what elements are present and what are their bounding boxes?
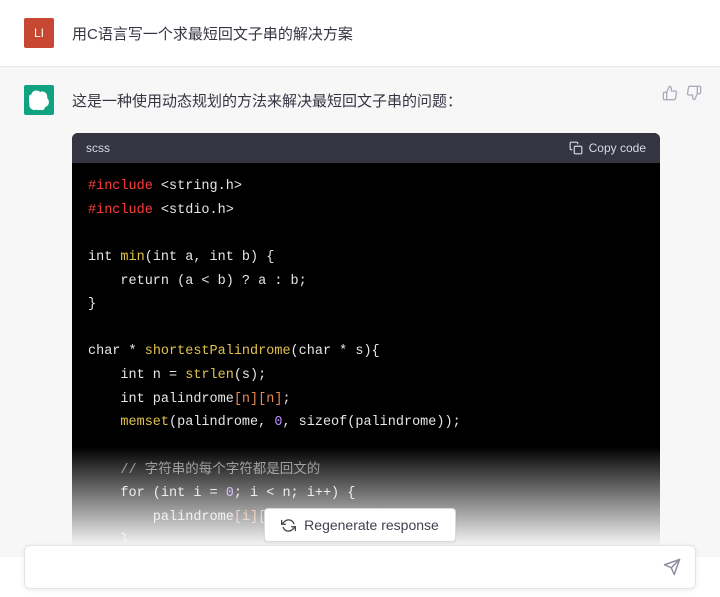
message-input-bar — [24, 545, 696, 589]
feedback-buttons — [662, 85, 702, 101]
assistant-avatar — [24, 85, 54, 115]
send-icon — [663, 558, 681, 576]
assistant-message-body: 这是一种使用动态规划的方法来解决最短回文子串的问题： scss Copy cod… — [72, 85, 700, 553]
assistant-message-row: 这是一种使用动态规划的方法来解决最短回文子串的问题： scss Copy cod… — [0, 67, 720, 553]
code-block: scss Copy code #include <string.h> #incl… — [72, 133, 660, 553]
user-message-row: LI 用C语言写一个求最短回文子串的解决方案 — [0, 0, 720, 67]
refresh-icon — [281, 518, 296, 533]
thumbs-down-icon[interactable] — [686, 85, 702, 101]
message-input[interactable] — [39, 559, 663, 575]
user-message-text: 用C语言写一个求最短回文子串的解决方案 — [72, 18, 692, 48]
regenerate-button[interactable]: Regenerate response — [264, 508, 456, 542]
regenerate-label: Regenerate response — [304, 517, 439, 533]
code-content: #include <string.h> #include <stdio.h> i… — [72, 163, 660, 553]
copy-code-label: Copy code — [589, 141, 646, 155]
user-avatar: LI — [24, 18, 54, 48]
copy-code-button[interactable]: Copy code — [569, 141, 646, 155]
thumbs-up-icon[interactable] — [662, 85, 678, 101]
clipboard-icon — [569, 141, 583, 155]
code-language-label: scss — [86, 141, 110, 155]
code-header: scss Copy code — [72, 133, 660, 163]
send-button[interactable] — [663, 558, 681, 576]
assistant-intro-text: 这是一种使用动态规划的方法来解决最短回文子串的问题： — [72, 85, 660, 115]
